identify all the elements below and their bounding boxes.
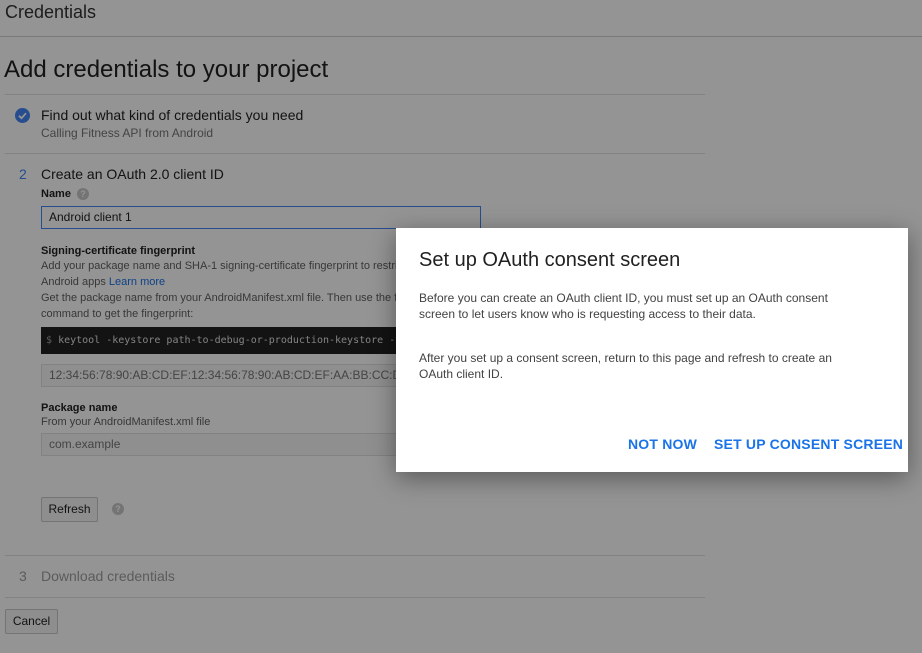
dialog-paragraph-2-line-2: OAuth client ID. (419, 367, 504, 381)
dialog-paragraph-1-line-2: screen to let users know who is requesti… (419, 307, 756, 321)
dialog-title: Set up OAuth consent screen (419, 249, 681, 271)
set-up-consent-screen-button[interactable]: SET UP CONSENT SCREEN (714, 436, 903, 452)
dialog-paragraph-2: After you set up a consent screen, retur… (419, 350, 859, 382)
dialog-paragraph-1: Before you can create an OAuth client ID… (419, 290, 859, 322)
not-now-button[interactable]: NOT NOW (628, 436, 697, 452)
dialog-paragraph-2-line-1: After you set up a consent screen, retur… (419, 351, 832, 365)
dialog-paragraph-1-line-1: Before you can create an OAuth client ID… (419, 291, 828, 305)
consent-screen-dialog: Set up OAuth consent screen Before you c… (396, 228, 908, 472)
